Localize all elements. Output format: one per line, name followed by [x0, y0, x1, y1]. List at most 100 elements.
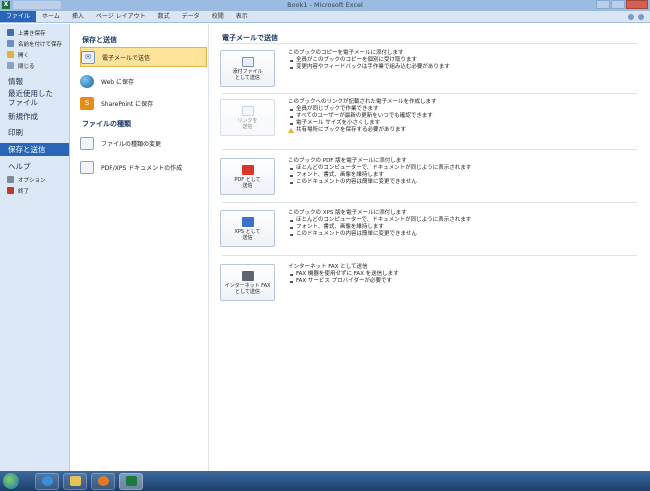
- send-email-item[interactable]: ✉ 電子メールで送信: [80, 47, 207, 67]
- tab-review[interactable]: 校閲: [206, 11, 230, 22]
- pdf-desc-bullet-1: ほとんどのコンピューターで、ドキュメントが同じように表示されます: [288, 165, 638, 172]
- ie-icon: [41, 476, 53, 486]
- save-as-icon: [7, 40, 14, 47]
- maximize-button[interactable]: [611, 0, 625, 9]
- help-icon[interactable]: [628, 13, 634, 20]
- send-email-panel: 電子メールで送信 添付ファイル として送信 このブックのコピーを電子メールに添付…: [210, 24, 650, 471]
- fax-desc-title: インターネット FAX として送信: [288, 264, 368, 270]
- nav-close-label: 閉じる: [18, 63, 35, 70]
- tab-file[interactable]: ファイル: [0, 11, 37, 22]
- tab-page-layout[interactable]: ページ レイアウト: [90, 11, 152, 22]
- system-tray: [606, 474, 646, 488]
- xps-desc-title: このブックの XPS 版を電子メールに添付します: [288, 210, 407, 216]
- nav-save-as-label: 名前を付けて保存: [18, 41, 63, 48]
- save-send-options-column: 保存と送信 ✉ 電子メールで送信 Web に保存 S SharePoint に保…: [71, 24, 209, 471]
- excel-icon: [125, 476, 137, 486]
- link-desc-bullet-2: すべてのユーザーが最新の更新をいつでも確認できます: [288, 113, 638, 120]
- close-window-button[interactable]: [626, 0, 648, 9]
- file-type-icon: [80, 136, 94, 150]
- pdf-document-icon: [80, 160, 94, 174]
- nav-recent-line2: ファイル: [8, 98, 38, 107]
- start-orb-icon[interactable]: [3, 473, 19, 489]
- explorer-icon: [69, 476, 81, 486]
- title-bar: X Book1 - Microsoft Excel: [0, 0, 650, 11]
- taskbar-media-player[interactable]: [91, 472, 115, 490]
- section-divider: [222, 149, 637, 150]
- nav-info[interactable]: 情報: [0, 77, 69, 86]
- nav-recent[interactable]: 最近使用した ファイル: [0, 89, 69, 107]
- link-description: このブックへのリンクが記載された電子メールを作成します 全員が同じブックで作業で…: [288, 99, 638, 134]
- nav-close[interactable]: 閉じる: [0, 60, 69, 71]
- window-controls: [596, 0, 648, 10]
- section-divider: [222, 202, 637, 203]
- taskbar-excel[interactable]: [119, 472, 143, 490]
- change-file-type-label: ファイルの種類の変更: [101, 140, 162, 148]
- fax-desc-bullet-2: FAX サービス プロバイダーが必要です: [288, 278, 638, 285]
- nav-options-label: オプション: [18, 177, 46, 184]
- backstage-nav: 上書き保存 名前を付けて保存 開く 閉じる 情報 最近使用した ファイル 新規作…: [0, 24, 70, 471]
- taskbar-ie[interactable]: [35, 472, 59, 490]
- pdf-desc-title: このブックの PDF 版を電子メールに添付します: [288, 158, 407, 164]
- change-file-type-item[interactable]: ファイルの種類の変更: [80, 133, 207, 153]
- fax-description: インターネット FAX として送信 FAX 機器を使用せずに FAX を送信しま…: [288, 264, 638, 285]
- send-as-xps-button[interactable]: XPS として 送信: [220, 210, 275, 247]
- xps-desc-bullet-2: フォント、書式、画像を維持します: [288, 224, 638, 231]
- attachment-description: このブックのコピーを電子メールに添付します 全員がこのブックのコピーを個別に受け…: [288, 50, 638, 71]
- send-as-fax-button[interactable]: インターネット FAX として送信: [220, 264, 275, 301]
- nav-options[interactable]: オプション: [0, 174, 69, 185]
- ribbon-right-controls: [628, 11, 650, 22]
- nav-open[interactable]: 開く: [0, 49, 69, 60]
- send-as-pdf-button[interactable]: PDF として 送信: [220, 158, 275, 195]
- section-divider: [222, 255, 637, 256]
- warning-icon: [288, 128, 294, 133]
- xps-description: このブックの XPS 版を電子メールに添付します ほとんどのコンピューターで、ド…: [288, 210, 638, 238]
- nav-help[interactable]: ヘルプ: [0, 162, 69, 171]
- save-to-web-item[interactable]: Web に保存: [80, 71, 207, 91]
- fax-desc-bullet-1: FAX 機器を使用せずに FAX を送信します: [288, 271, 638, 278]
- panel-title: 電子メールで送信: [222, 34, 278, 42]
- pdf-desc-bullet-2: フォント、書式、画像を維持します: [288, 172, 638, 179]
- link-desc-title: このブックへのリンクが記載された電子メールを作成します: [288, 99, 437, 105]
- nav-new[interactable]: 新規作成: [0, 112, 69, 121]
- nav-save[interactable]: 上書き保存: [0, 27, 69, 38]
- nav-save-send[interactable]: 保存と送信: [0, 143, 69, 156]
- xps-desc-bullet-3: このドキュメントの内容は簡単に変更できません: [288, 231, 638, 238]
- tab-insert[interactable]: 挿入: [66, 11, 90, 22]
- send-as-attachment-button[interactable]: 添付ファイル として送信: [220, 50, 275, 87]
- options-icon: [7, 176, 14, 183]
- nav-save-as[interactable]: 名前を付けて保存: [0, 38, 69, 49]
- create-pdf-xps-item[interactable]: PDF/XPS ドキュメントの作成: [80, 157, 207, 177]
- fax-icon: [241, 270, 254, 281]
- email-icon: ✉: [81, 50, 95, 64]
- globe-icon: [80, 74, 94, 88]
- link-desc-bullet-1: 全員が同じブックで作業できます: [288, 106, 638, 113]
- tab-formulas[interactable]: 数式: [152, 11, 176, 22]
- nav-print[interactable]: 印刷: [0, 128, 69, 137]
- taskbar-explorer[interactable]: [63, 472, 87, 490]
- attachment-desc-bullet-1: 全員がこのブックのコピーを個別に受け取ります: [288, 57, 638, 64]
- window-title: Book1 - Microsoft Excel: [287, 1, 363, 9]
- pdf-icon: [241, 164, 254, 175]
- xps-desc-bullet-1: ほとんどのコンピューターで、ドキュメントが同じように表示されます: [288, 217, 638, 224]
- ribbon-minimize-icon[interactable]: [638, 13, 644, 20]
- nav-exit-label: 終了: [18, 188, 30, 195]
- open-folder-icon: [7, 51, 14, 58]
- nav-open-label: 開く: [18, 52, 30, 59]
- attachment-desc-title: このブックのコピーを電子メールに添付します: [288, 50, 404, 56]
- tab-data[interactable]: データ: [176, 11, 206, 22]
- attachment-desc-bullet-2: 変更内容やフィードバックは手作業で組み込む必要があります: [288, 64, 638, 71]
- save-to-sharepoint-item[interactable]: S SharePoint に保存: [80, 93, 207, 113]
- send-as-attachment-label: 添付ファイル として送信: [232, 68, 263, 81]
- nav-exit[interactable]: 終了: [0, 185, 69, 196]
- send-email-label: 電子メールで送信: [102, 54, 151, 62]
- pdf-description: このブックの PDF 版を電子メールに添付します ほとんどのコンピューターで、ド…: [288, 158, 638, 186]
- minimize-button[interactable]: [596, 0, 610, 9]
- tab-view[interactable]: 表示: [230, 11, 254, 22]
- save-to-web-label: Web に保存: [101, 78, 134, 86]
- send-link-button[interactable]: リンクを 送信: [220, 99, 275, 136]
- save-icon: [7, 29, 14, 36]
- tab-home[interactable]: ホーム: [36, 11, 66, 22]
- send-link-label: リンクを 送信: [237, 117, 258, 130]
- ribbon-tab-bar: ファイル ホーム 挿入 ページ レイアウト 数式 データ 校閲 表示: [0, 11, 650, 23]
- link-desc-bullet-3: 電子メール サイズを小さくします: [288, 120, 638, 127]
